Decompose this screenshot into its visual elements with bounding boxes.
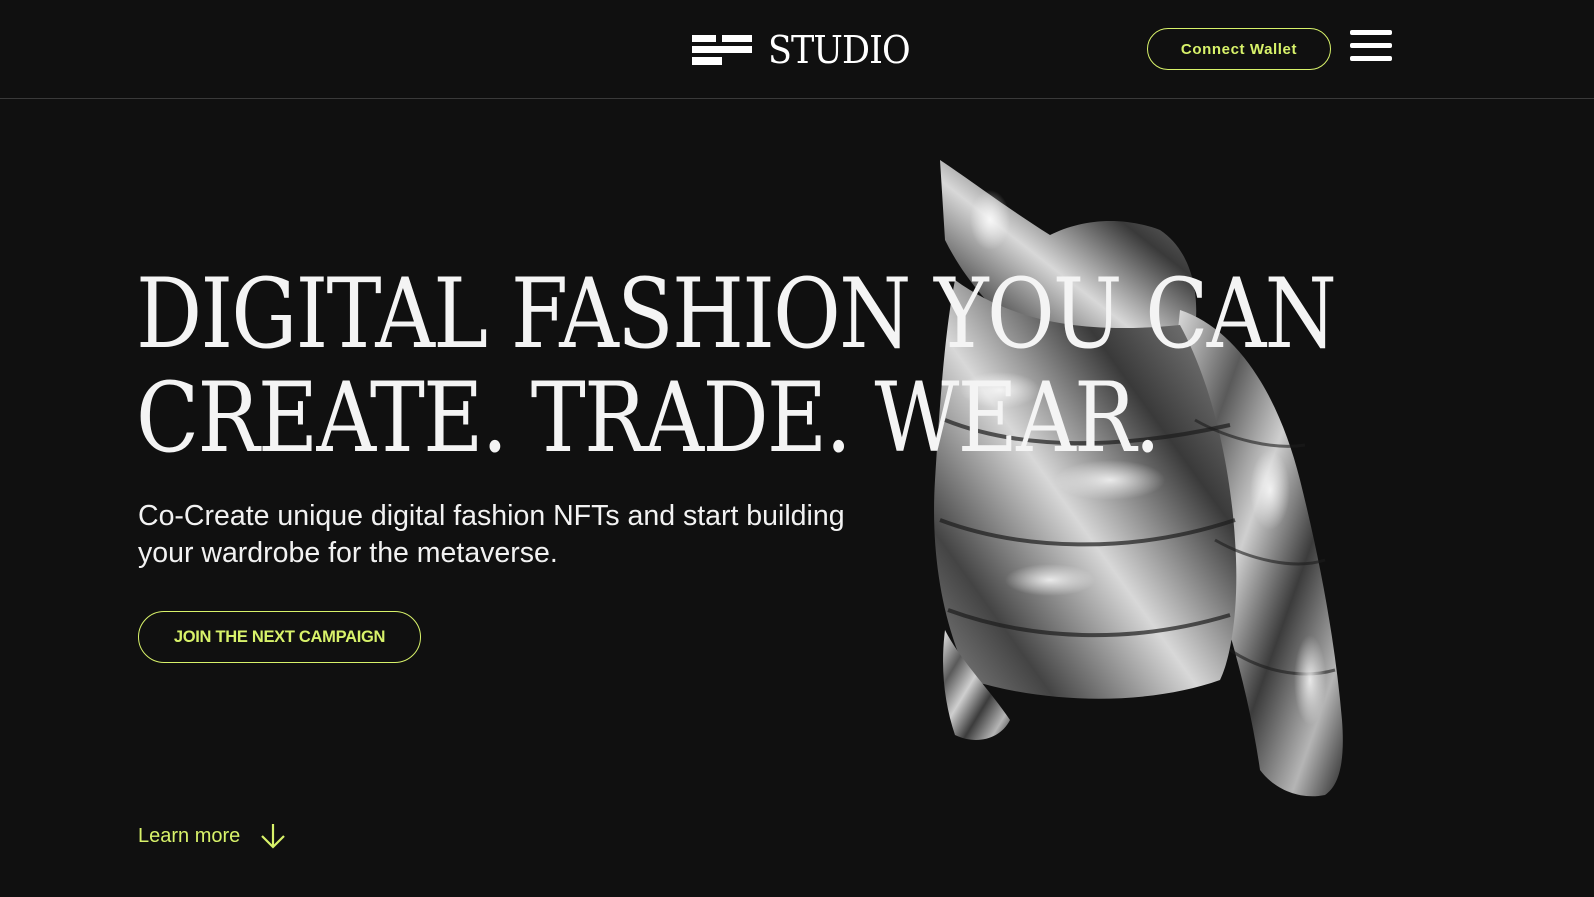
join-campaign-button[interactable]: JOIN THE NEXT CAMPAIGN	[138, 611, 421, 663]
studio-logo[interactable]: STUDIO	[692, 28, 922, 72]
arrow-down-icon	[261, 824, 286, 849]
brand-name: STUDIO	[768, 28, 911, 72]
learn-more-label: Learn more	[138, 824, 241, 847]
headline-line-1: DIGITAL FASHION YOU CAN	[136, 258, 1337, 370]
menu-bar	[1350, 43, 1392, 48]
menu-bar	[1350, 56, 1392, 61]
hero-headline: DIGITAL FASHION YOU CAN CREATE. TRADE. W…	[136, 258, 1337, 474]
connect-wallet-button[interactable]: Connect Wallet	[1147, 28, 1331, 70]
subhead-line-1: Co-Create unique digital fashion NFTs an…	[138, 500, 845, 532]
menu-bar	[1350, 30, 1392, 35]
hero-subheading: Co-Create unique digital fashion NFTs an…	[138, 498, 918, 572]
headline-line-2: CREATE. TRADE. WEAR.	[136, 362, 1161, 474]
hamburger-menu-icon[interactable]	[1350, 30, 1392, 66]
subhead-line-2: your wardrobe for the metaverse.	[138, 537, 558, 569]
stripes-logo-icon	[692, 35, 752, 65]
site-header: STUDIO Connect Wallet	[0, 0, 1594, 99]
learn-more-link[interactable]: Learn more	[138, 822, 286, 850]
